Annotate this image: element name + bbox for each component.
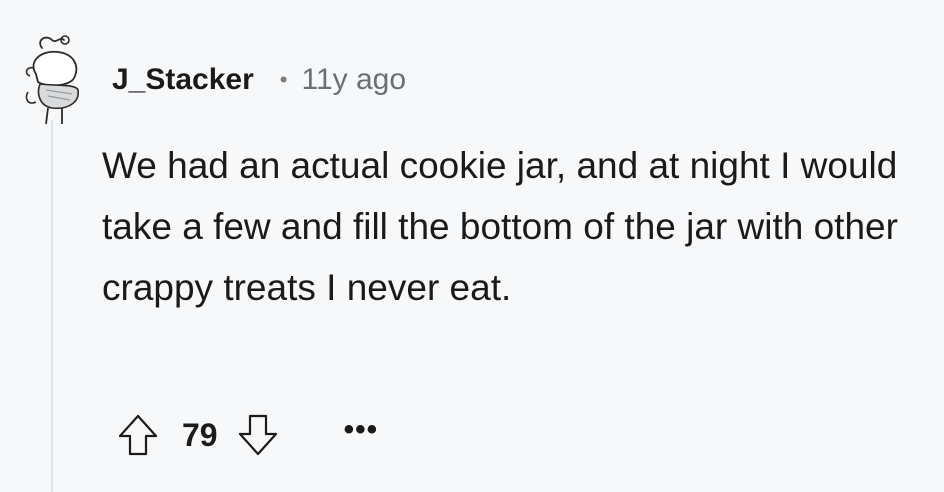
separator-dot: •	[279, 67, 288, 92]
arrow-up-icon	[118, 414, 158, 456]
timestamp[interactable]: 11y ago	[302, 63, 407, 97]
more-options-button[interactable]: •••	[344, 415, 379, 455]
comment-header: J_Stacker • 11y ago	[112, 58, 406, 102]
upvote-button[interactable]	[112, 408, 164, 462]
downvote-button[interactable]	[232, 408, 284, 462]
vote-score: 79	[182, 416, 218, 453]
snoo-avatar-icon	[25, 35, 79, 125]
avatar[interactable]	[18, 28, 94, 128]
comment-actions: 79 •••	[112, 408, 378, 462]
arrow-down-icon	[238, 414, 277, 456]
username-link[interactable]: J_Stacker	[112, 63, 254, 97]
comment-body: We had an actual cookie jar, and at nigh…	[102, 145, 898, 308]
thread-line[interactable]	[51, 120, 53, 492]
